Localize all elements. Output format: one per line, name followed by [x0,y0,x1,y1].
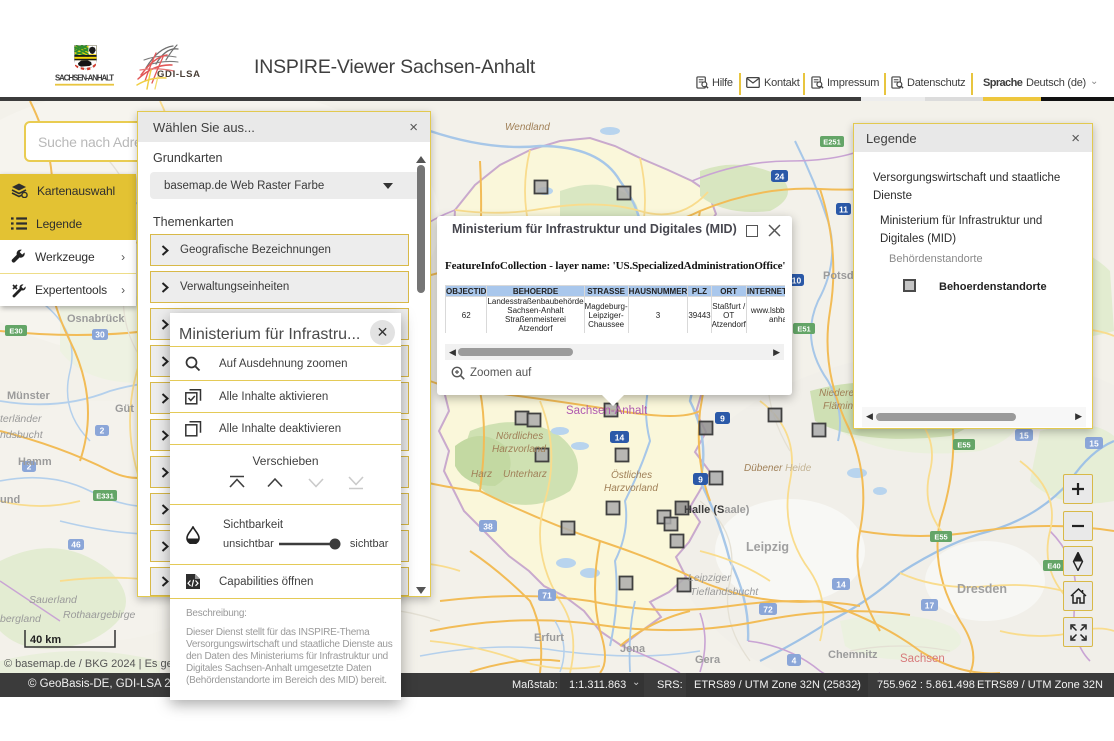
svg-text:Sachsen: Sachsen [900,653,945,665]
svg-text:terländer: terländer [0,413,42,425]
svg-text:E40: E40 [1047,562,1060,571]
svg-text:2: 2 [100,426,105,436]
svg-text:Güt: Güt [115,403,134,415]
svg-text:E30: E30 [9,327,22,336]
svg-text:Potsd: Potsd [823,270,854,282]
svg-text:46: 46 [71,540,81,550]
svg-text:Halle (Saale): Halle (Saale) [684,504,750,516]
svg-text:Sachsen-Anhalt: Sachsen-Anhalt [566,405,648,417]
svg-text:17: 17 [925,601,935,611]
svg-text:bergland: bergland [0,613,42,625]
svg-text:14: 14 [836,580,846,590]
svg-text:Harzvorland: Harzvorland [492,444,546,455]
svg-text:10: 10 [792,276,802,286]
svg-text:Niedere: Niedere [819,388,854,399]
svg-text:E55: E55 [934,533,947,542]
svg-text:E55: E55 [957,441,970,450]
svg-text:Hamm: Hamm [18,456,52,468]
svg-text:und: und [0,494,20,506]
svg-text:Wendland: Wendland [505,122,550,133]
svg-text:Dresden: Dresden [957,582,1007,596]
svg-text:4: 4 [792,656,797,666]
svg-text:Jena: Jena [620,643,646,655]
svg-text:9: 9 [698,475,703,485]
svg-text:38: 38 [483,522,493,532]
svg-text:30: 30 [95,330,105,340]
svg-text:Rothaargebirge: Rothaargebirge [63,609,136,621]
svg-text:Erfurt: Erfurt [534,632,564,644]
svg-text:E331: E331 [96,492,114,501]
svg-text:ndsbucht: ndsbucht [0,429,44,441]
svg-text:24: 24 [775,172,785,182]
svg-text:Sauerland: Sauerland [29,594,78,606]
svg-text:Münster: Münster [7,390,51,402]
svg-text:72: 72 [763,605,773,615]
svg-text:71: 71 [542,591,552,601]
svg-text:Gera: Gera [695,654,721,666]
svg-text:Tieflandsbucht: Tieflandsbucht [690,586,759,598]
svg-text:40 km: 40 km [30,634,61,646]
svg-text:Chemnitz: Chemnitz [828,649,878,661]
svg-text:Unterharz: Unterharz [503,469,547,480]
svg-text:E251: E251 [823,138,841,147]
svg-text:15: 15 [1019,431,1029,441]
svg-text:Harzvorland: Harzvorland [604,483,658,494]
svg-text:© basemap.de / BKG 2024 | Es g: © basemap.de / BKG 2024 | Es gelten [4,658,190,670]
svg-text:Leipziger: Leipziger [688,572,731,584]
svg-text:11: 11 [839,205,848,215]
svg-text:E51: E51 [797,325,810,334]
svg-text:Osnabrück: Osnabrück [67,313,125,325]
svg-text:14: 14 [615,433,625,443]
svg-text:Harz: Harz [471,469,492,480]
svg-text:Nördliches: Nördliches [496,431,543,442]
svg-text:Leipzig: Leipzig [746,540,789,554]
svg-text:Flämin: Flämin [823,401,853,412]
svg-text:Östliches: Östliches [611,469,652,481]
svg-text:Dübener Heide: Dübener Heide [744,463,812,474]
svg-text:15: 15 [1089,439,1099,449]
svg-text:9: 9 [720,414,725,424]
